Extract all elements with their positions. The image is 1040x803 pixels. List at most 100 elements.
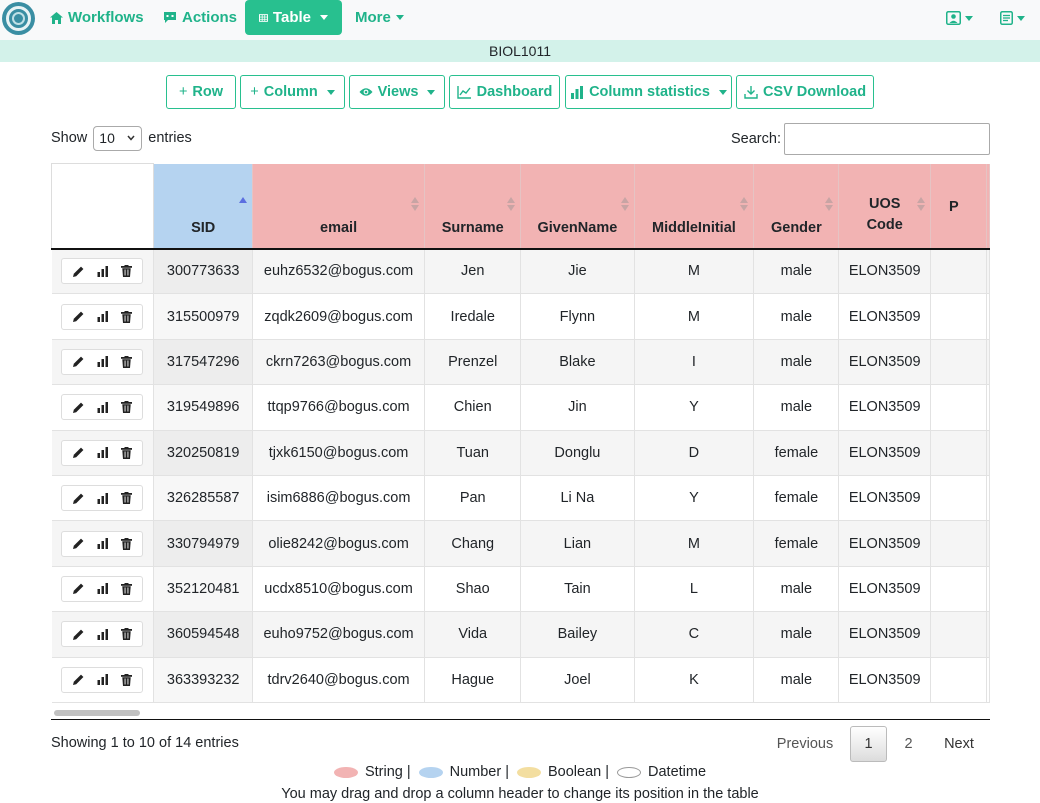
edit-icon[interactable] xyxy=(72,673,85,686)
sort-icon xyxy=(916,196,925,211)
stats-icon[interactable] xyxy=(97,265,109,277)
edit-icon[interactable] xyxy=(72,265,85,278)
cell-sid: 320250819 xyxy=(153,430,253,476)
document-icon xyxy=(1000,11,1013,25)
stats-icon[interactable] xyxy=(97,628,109,640)
row-operations xyxy=(51,475,155,522)
delete-icon[interactable] xyxy=(121,265,133,278)
page-2-button[interactable]: 2 xyxy=(890,726,927,762)
docs-menu[interactable] xyxy=(1000,9,1025,27)
stats-icon[interactable] xyxy=(97,401,109,413)
header-surname[interactable]: Surname xyxy=(424,163,522,250)
nav-more[interactable]: More xyxy=(355,0,404,35)
stats-icon[interactable] xyxy=(97,583,109,595)
nav-table[interactable]: Table xyxy=(245,0,342,35)
chevron-down-icon xyxy=(1017,15,1025,21)
header-middleinitial[interactable]: MiddleInitial xyxy=(634,163,755,250)
row-operations xyxy=(51,657,155,703)
eye-icon xyxy=(359,88,373,96)
stats-icon[interactable] xyxy=(97,538,109,550)
row-ops-group xyxy=(61,258,144,285)
delete-icon[interactable] xyxy=(121,401,133,414)
legend-string: String | xyxy=(364,764,411,780)
edit-icon[interactable] xyxy=(72,355,85,368)
add-column-button[interactable]: + Column xyxy=(240,75,345,109)
cell-surname: Shao xyxy=(424,566,522,613)
delete-icon[interactable] xyxy=(121,673,133,686)
header-label: GivenName xyxy=(537,219,618,236)
delete-icon[interactable] xyxy=(121,582,133,595)
column-statistics-button[interactable]: Column statistics xyxy=(565,75,732,109)
horizontal-scrollbar[interactable] xyxy=(51,707,990,719)
header-email[interactable]: email xyxy=(252,163,426,250)
delete-icon[interactable] xyxy=(121,628,133,641)
delete-icon[interactable] xyxy=(121,537,133,550)
stats-icon[interactable] xyxy=(97,447,109,459)
stats-icon[interactable] xyxy=(97,356,109,368)
stats-icon[interactable] xyxy=(97,674,109,686)
cell-gender: male xyxy=(753,611,840,658)
row-operations xyxy=(51,611,155,658)
drag-drop-note: You may drag and drop a column header to… xyxy=(281,786,759,802)
nav-workflows[interactable]: Workflows xyxy=(50,0,144,35)
cell-gender: male xyxy=(753,293,840,340)
row-operations xyxy=(51,520,155,567)
header-partial[interactable]: P xyxy=(930,163,988,250)
show-label: Show xyxy=(51,130,88,146)
download-icon xyxy=(744,86,758,99)
page-1-button[interactable]: 1 xyxy=(850,726,887,762)
cell-givenname: Jie xyxy=(520,248,635,295)
sort-icon xyxy=(825,196,834,211)
views-button[interactable]: Views xyxy=(349,75,445,109)
edit-icon[interactable] xyxy=(72,310,85,323)
header-operations xyxy=(51,163,155,250)
cell-givenname: Blake xyxy=(520,339,635,386)
scrollbar-thumb[interactable] xyxy=(54,710,140,716)
cell-extra xyxy=(986,293,990,340)
stats-icon[interactable] xyxy=(97,492,109,504)
app-logo[interactable] xyxy=(2,2,35,35)
edit-icon[interactable] xyxy=(72,537,85,550)
add-row-button[interactable]: + Row xyxy=(166,75,236,109)
header-sid[interactable]: SID xyxy=(153,163,253,250)
add-column-label: Column xyxy=(263,84,318,100)
datetime-swatch xyxy=(617,766,642,778)
csv-download-button[interactable]: CSV Download xyxy=(736,75,874,109)
delete-icon[interactable] xyxy=(121,310,133,323)
delete-icon[interactable] xyxy=(121,446,133,459)
cell-extra xyxy=(986,248,990,295)
edit-icon[interactable] xyxy=(72,492,85,505)
search-input[interactable] xyxy=(784,123,990,155)
cell-uos-code: ELON3509 xyxy=(838,475,931,522)
delete-icon[interactable] xyxy=(121,355,133,368)
entries-select[interactable]: 10 xyxy=(93,125,143,151)
edit-icon[interactable] xyxy=(72,628,85,641)
next-button[interactable]: Next xyxy=(934,726,984,762)
cell-gender: male xyxy=(753,339,840,386)
delete-icon[interactable] xyxy=(121,492,133,505)
chevron-down-icon xyxy=(395,15,404,20)
header-gender[interactable]: Gender xyxy=(753,163,840,250)
cell-middleinitial: K xyxy=(634,657,755,703)
edit-icon[interactable] xyxy=(72,582,85,595)
nav-actions[interactable]: Actions xyxy=(163,0,237,35)
edit-icon[interactable] xyxy=(72,401,85,414)
header-givenname[interactable]: GivenName xyxy=(520,163,635,250)
user-menu[interactable] xyxy=(946,9,973,27)
previous-button[interactable]: Previous xyxy=(766,726,844,762)
legend-boolean: Boolean | xyxy=(548,764,610,780)
table-row: 352120481 ucdx8510@bogus.com Shao Tain Lmale… xyxy=(51,566,990,613)
header-label: SID xyxy=(191,219,216,236)
row-ops-group xyxy=(61,621,144,648)
header-uos-code[interactable]: UOS Code xyxy=(838,163,931,250)
cell-middleinitial: M xyxy=(634,248,755,295)
stats-icon[interactable] xyxy=(97,311,109,323)
dashboard-button[interactable]: Dashboard xyxy=(449,75,560,109)
row-operations xyxy=(51,566,155,613)
edit-icon[interactable] xyxy=(72,446,85,459)
cell-partial xyxy=(930,475,988,522)
chat-icon xyxy=(164,12,176,23)
cell-middleinitial: D xyxy=(634,430,755,476)
cell-surname: Iredale xyxy=(424,293,522,340)
cell-partial xyxy=(930,566,988,613)
